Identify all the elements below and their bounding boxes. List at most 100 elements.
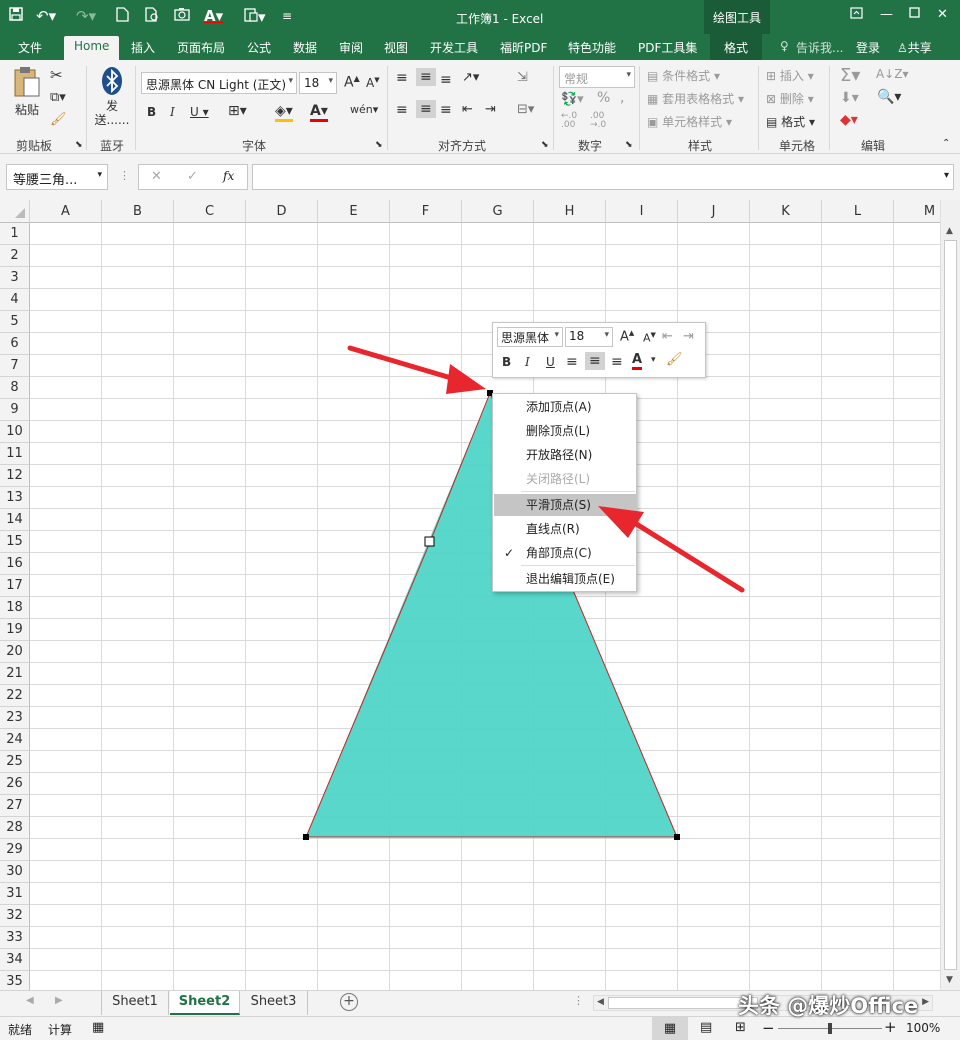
scroll-left-icon[interactable]: ◀ (597, 997, 604, 1007)
mini-font-combo[interactable]: 思源黑体 ▾ (497, 327, 563, 347)
normal-view-icon[interactable]: ▦ (652, 1017, 688, 1040)
paste-button[interactable]: 粘贴 (10, 66, 44, 126)
align-middle-icon[interactable]: ≡ (416, 68, 436, 86)
mini-format-painter-icon[interactable]: 🖌 (666, 352, 683, 367)
fill-icon[interactable]: ⬇▾ (840, 90, 859, 106)
conditional-format-button[interactable]: ▤ 条件格式 ▾ (647, 67, 720, 84)
mini-italic-icon[interactable]: I (525, 355, 530, 369)
splitter-icon[interactable]: ⋮ (119, 169, 130, 182)
menu-close-path[interactable]: 关闭路径(L) (494, 468, 636, 490)
tab-features[interactable]: 特色功能 (568, 39, 616, 56)
vertex-handle-bottom-right[interactable] (674, 834, 680, 840)
menu-add-vertex[interactable]: 添加顶点(A) (494, 396, 636, 418)
scroll-down-icon[interactable]: ▼ (946, 975, 953, 985)
align-bottom-icon[interactable]: ≡ (440, 72, 452, 88)
chevron-down-icon[interactable]: ▾ (651, 355, 656, 365)
menu-open-path[interactable]: 开放路径(N) (494, 444, 636, 466)
macro-record-icon[interactable]: ▦ (92, 1020, 104, 1035)
sheet-tab-2[interactable]: Sheet2 (170, 991, 240, 1015)
alignment-launcher-icon[interactable]: ⬊ (541, 140, 549, 150)
tell-me-input[interactable]: 告诉我... (796, 39, 843, 56)
merge-center-icon[interactable]: ⊟▾ (517, 102, 534, 117)
cut-icon[interactable]: ✂ (50, 66, 63, 84)
bluetooth-send-button[interactable]: 发送...... (94, 66, 130, 127)
isosceles-triangle-shape[interactable] (0, 200, 940, 990)
mini-shrink-font-icon[interactable]: A▼ (643, 331, 656, 345)
scroll-up-icon[interactable]: ▲ (946, 226, 953, 236)
sheet-tab-1[interactable]: Sheet1 (101, 991, 169, 1015)
tab-data[interactable]: 数据 (293, 39, 317, 56)
copy-icon[interactable]: ⧉▾ (50, 90, 66, 105)
prev-sheet-icon[interactable]: ◀ (26, 995, 34, 1006)
add-sheet-icon[interactable]: + (340, 993, 358, 1011)
align-right-icon[interactable]: ≡ (440, 102, 452, 118)
mini-size-combo[interactable]: 18 ▾ (565, 327, 613, 347)
menu-smooth-vertex[interactable]: 平滑顶点(S) (494, 494, 636, 516)
currency-icon[interactable]: 💱▾ (561, 92, 584, 107)
fill-color-icon[interactable]: ◈▾ (275, 103, 293, 122)
expand-formula-icon[interactable]: ▾ (944, 170, 949, 181)
tab-review[interactable]: 审阅 (339, 39, 363, 56)
mini-underline-icon[interactable]: U (546, 355, 555, 369)
increase-font-icon[interactable]: A▲ (344, 74, 360, 91)
tab-insert[interactable]: 插入 (131, 39, 155, 56)
cancel-icon[interactable]: ✕ (151, 169, 162, 184)
tab-developer[interactable]: 开发工具 (430, 39, 478, 56)
font-color-ribbon-icon[interactable]: A▾ (310, 103, 328, 122)
wrap-text-icon[interactable]: ⇲ (517, 70, 528, 85)
orientation-icon[interactable]: ↗▾ (462, 70, 479, 85)
scroll-thumb[interactable] (944, 240, 957, 970)
camera-icon[interactable] (174, 7, 190, 25)
font-launcher-icon[interactable]: ⬊ (375, 140, 383, 150)
insert-cells-button[interactable]: ⊞ 插入 ▾ (766, 67, 814, 84)
mini-align-left-icon[interactable]: ≡ (566, 354, 578, 370)
mini-bold-icon[interactable]: B (502, 355, 511, 369)
delete-cells-button[interactable]: ⊠ 删除 ▾ (766, 90, 814, 107)
borders-icon[interactable]: ⊞▾ (228, 103, 247, 119)
tab-pdf-tools[interactable]: PDF工具集 (638, 39, 697, 56)
mini-font-color-icon[interactable]: A (632, 352, 643, 370)
zoom-out-icon[interactable]: − (762, 1019, 775, 1037)
sheet-tab-3[interactable]: Sheet3 (240, 991, 308, 1015)
percent-icon[interactable]: % (597, 90, 610, 106)
clear-icon[interactable]: ◆▾ (840, 112, 858, 128)
tab-page-layout[interactable]: 页面布局 (177, 39, 225, 56)
tab-format[interactable]: 格式 (710, 34, 763, 60)
decrease-font-icon[interactable]: A▼ (366, 76, 380, 90)
italic-icon[interactable]: I (170, 105, 175, 119)
zoom-in-icon[interactable]: + (884, 1018, 897, 1036)
find-icon[interactable]: 🔍▾ (877, 89, 901, 105)
decrease-indent-icon[interactable]: ⇤ (462, 102, 473, 117)
font-color-icon[interactable]: A▾ (204, 7, 223, 25)
mini-grow-font-icon[interactable]: A▲ (620, 329, 634, 344)
mini-align-right-icon[interactable]: ≡ (611, 354, 623, 370)
customize-qat-icon[interactable]: ≡ (282, 7, 292, 25)
tab-file[interactable]: 文件 (18, 39, 42, 56)
insert-function-icon[interactable]: fx (223, 169, 234, 183)
vertex-handle-bottom-left[interactable] (303, 834, 309, 840)
paste-icon[interactable]: ▾ (244, 7, 266, 26)
phonetic-icon[interactable]: wén▾ (350, 103, 378, 116)
enter-icon[interactable]: ✓ (187, 169, 198, 184)
zoom-slider-thumb[interactable] (828, 1023, 832, 1034)
format-as-table-button[interactable]: ▦ 套用表格格式 ▾ (647, 90, 744, 107)
tab-foxit-pdf[interactable]: 福昕PDF (500, 39, 547, 56)
font-name-combo[interactable]: 思源黑体 CN Light (正文) ▾ (141, 72, 297, 94)
zoom-slider[interactable] (778, 1023, 882, 1034)
worksheet-grid[interactable]: ABCDEFGHIJKLM 1 2 3 4 5 6 7 8 9 10 11 12 13 14 15 16 17 1… (0, 200, 940, 990)
comma-icon[interactable]: , (620, 90, 624, 106)
maximize-icon[interactable] (909, 7, 920, 22)
print-preview-icon[interactable] (145, 7, 160, 26)
mini-decrease-indent-icon[interactable]: ⇤ (662, 329, 673, 344)
autosum-icon[interactable]: Σ▾ (840, 65, 860, 86)
align-left-icon[interactable]: ≡ (396, 102, 408, 118)
tab-view[interactable]: 视图 (384, 39, 408, 56)
decrease-decimal-icon[interactable]: .00 →.0 (590, 112, 606, 130)
increase-indent-icon[interactable]: ⇥ (485, 102, 496, 117)
signin-link[interactable]: 登录 (856, 39, 880, 56)
format-cells-button[interactable]: ▤ 格式 ▾ (766, 113, 815, 130)
font-size-combo[interactable]: 18 ▾ (299, 72, 337, 94)
increase-decimal-icon[interactable]: ←.0.00 (561, 112, 577, 130)
tab-split-handle-icon[interactable]: ⋮ (573, 994, 584, 1007)
ribbon-display-icon[interactable] (850, 7, 863, 23)
